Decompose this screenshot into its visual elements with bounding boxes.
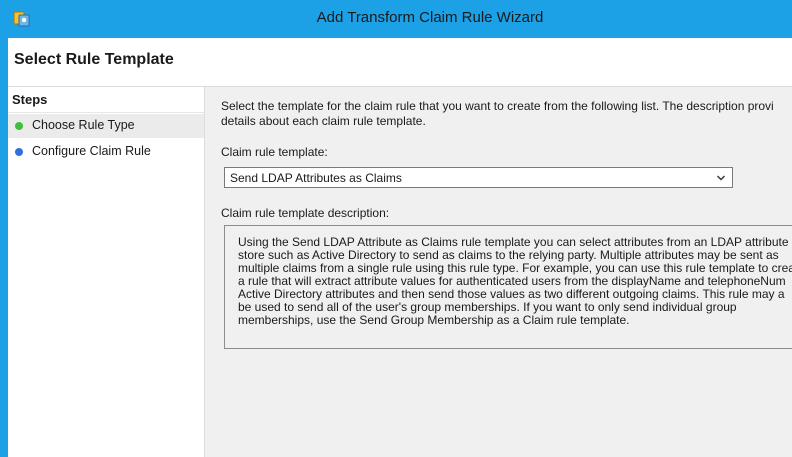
step-configure-claim-rule[interactable]: Configure Claim Rule bbox=[8, 140, 204, 164]
step-label: Choose Rule Type bbox=[32, 118, 135, 132]
steps-heading: Steps bbox=[12, 92, 48, 107]
claim-rule-template-label: Claim rule template: bbox=[221, 145, 328, 159]
step-choose-rule-type[interactable]: Choose Rule Type bbox=[8, 114, 204, 138]
instructions-line: details about each claim rule template. bbox=[221, 114, 426, 128]
steps-divider bbox=[8, 112, 204, 113]
steps-pane: Steps Choose Rule Type Configure Claim R… bbox=[8, 87, 205, 457]
step-pending-dot-icon bbox=[15, 148, 23, 156]
instructions-line: Select the template for the claim rule t… bbox=[221, 99, 774, 113]
template-description-box: Using the Send LDAP Attribute as Claims … bbox=[224, 225, 792, 349]
window-title: Add Transform Claim Rule Wizard bbox=[316, 9, 544, 26]
wizard-header: Select Rule Template bbox=[8, 38, 792, 87]
description-label: Claim rule template description: bbox=[221, 206, 390, 220]
description-line: memberships, use the Send Group Membersh… bbox=[238, 313, 630, 327]
step-label: Configure Claim Rule bbox=[32, 144, 151, 158]
claim-rule-template-dropdown[interactable]: Send LDAP Attributes as Claims bbox=[224, 167, 733, 188]
wizard-window: Add Transform Claim Rule Wizard Select R… bbox=[0, 0, 792, 457]
chevron-down-icon bbox=[717, 175, 725, 181]
template-description-text: Using the Send LDAP Attribute as Claims … bbox=[238, 236, 792, 327]
page-title: Select Rule Template bbox=[14, 51, 174, 68]
dropdown-selected-value: Send LDAP Attributes as Claims bbox=[230, 171, 402, 185]
step-complete-dot-icon bbox=[15, 122, 23, 130]
content-pane: Select the template for the claim rule t… bbox=[205, 87, 792, 457]
title-bar[interactable]: Add Transform Claim Rule Wizard bbox=[8, 0, 792, 38]
instructions-text: Select the template for the claim rule t… bbox=[221, 99, 792, 129]
